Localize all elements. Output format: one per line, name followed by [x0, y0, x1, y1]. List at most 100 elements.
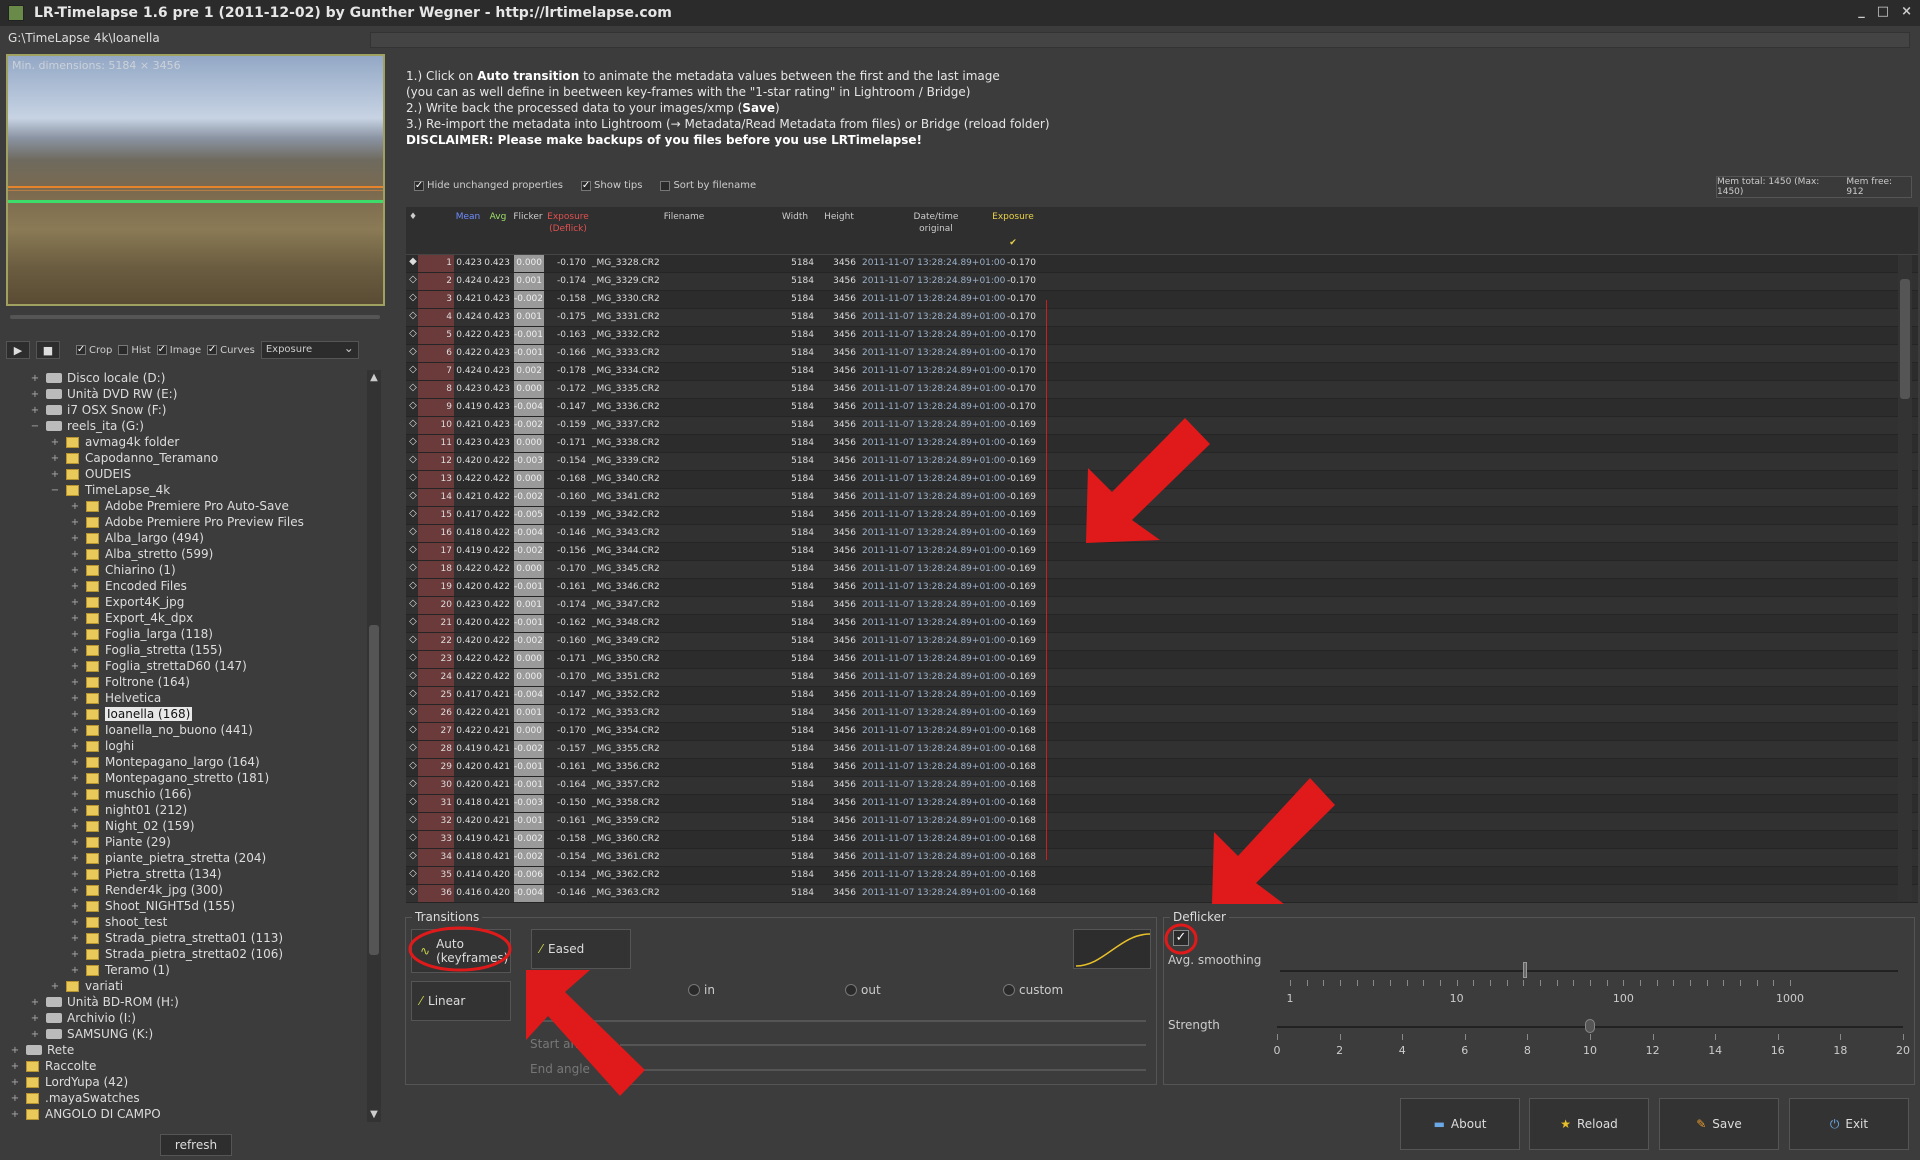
- table-row[interactable]: ◇ 17 0.419 0.422 -0.002 -0.156 _MG_3344.CR2 -0.…: [406, 543, 1918, 561]
- keyframe-diamond-icon[interactable]: ◇: [408, 850, 418, 861]
- linear-button[interactable]: ⁄ Linear: [411, 981, 511, 1021]
- play-button[interactable]: ▶: [6, 341, 30, 359]
- table-row[interactable]: ◇ 19 0.420 0.422 -0.001 -0.161 _MG_3346.CR2 -0.…: [406, 579, 1918, 597]
- keyframe-diamond-icon[interactable]: ◇: [408, 742, 418, 753]
- expand-icon[interactable]: +: [70, 677, 80, 688]
- tree-scrollbar[interactable]: ▲ ▼: [367, 370, 381, 1122]
- keyframe-diamond-icon[interactable]: ◇: [408, 310, 418, 321]
- expand-icon[interactable]: +: [50, 437, 60, 448]
- keyframe-diamond-icon[interactable]: ◇: [408, 562, 418, 573]
- expand-icon[interactable]: +: [70, 773, 80, 784]
- tree-item[interactable]: + Encoded Files: [6, 578, 368, 594]
- expand-icon[interactable]: +: [70, 805, 80, 816]
- expand-icon[interactable]: +: [70, 789, 80, 800]
- expand-icon[interactable]: +: [70, 821, 80, 832]
- tree-item[interactable]: + piante_pietra_stretta (204): [6, 850, 368, 866]
- tree-item[interactable]: + Foglia_stretta (155): [6, 642, 368, 658]
- expand-icon[interactable]: +: [70, 709, 80, 720]
- keyframe-diamond-icon[interactable]: ◇: [408, 400, 418, 411]
- about-button[interactable]: ▬ About: [1400, 1098, 1520, 1150]
- keyframe-diamond-icon[interactable]: ◇: [408, 598, 418, 609]
- tree-item[interactable]: + LordYupa (42): [6, 1074, 368, 1090]
- table-row[interactable]: ◇ 15 0.417 0.422 -0.005 -0.139 _MG_3342.CR2 -0.…: [406, 507, 1918, 525]
- keyframe-diamond-icon[interactable]: ◇: [408, 778, 418, 789]
- view-select[interactable]: Exposure: [260, 341, 359, 359]
- expand-icon[interactable]: +: [50, 469, 60, 480]
- col-avg[interactable]: Avg: [486, 211, 510, 223]
- end-angle-slider[interactable]: [620, 1069, 1146, 1071]
- collapse-icon[interactable]: −: [30, 421, 40, 432]
- scroll-up-icon[interactable]: ▲: [367, 372, 381, 383]
- keyframe-diamond-icon[interactable]: ◇: [408, 688, 418, 699]
- keyframe-diamond-icon[interactable]: ◇: [408, 544, 418, 555]
- keyframe-diamond-icon[interactable]: ◇: [408, 832, 418, 843]
- curves-checkbox[interactable]: ✓ Curves: [207, 345, 255, 356]
- start-angle-slider[interactable]: [620, 1044, 1146, 1046]
- deflicker-checkbox[interactable]: ✓: [1173, 930, 1189, 946]
- table-scrollbar[interactable]: [1898, 255, 1912, 901]
- tree-item[interactable]: + Shoot_NIGHT5d (155): [6, 898, 368, 914]
- shape-slider[interactable]: [530, 1020, 1146, 1022]
- keyframe-diamond-icon[interactable]: ◇: [408, 418, 418, 429]
- tree-item[interactable]: + Teramo (1): [6, 962, 368, 978]
- expand-icon[interactable]: +: [70, 885, 80, 896]
- hide-unchanged-checkbox[interactable]: ✓ Hide unchanged properties: [414, 180, 563, 191]
- expand-icon[interactable]: +: [10, 1045, 20, 1056]
- tree-item[interactable]: + Foglia_larga (118): [6, 626, 368, 642]
- image-preview[interactable]: Min. dimensions: 5184 × 3456: [6, 54, 385, 306]
- col-filename[interactable]: Filename: [594, 211, 774, 223]
- table-row[interactable]: ◇ 3 0.421 0.423 -0.002 -0.158 _MG_3330.CR2 -0.1…: [406, 291, 1918, 309]
- tree-item[interactable]: + Adobe Premiere Pro Preview Files: [6, 514, 368, 530]
- expand-icon[interactable]: +: [70, 565, 80, 576]
- tree-item[interactable]: + SAMSUNG (K:): [6, 1026, 368, 1042]
- collapse-icon[interactable]: −: [50, 485, 60, 496]
- table-row[interactable]: ◇ 30 0.420 0.421 -0.001 -0.164 _MG_3357.CR2 -0.…: [406, 777, 1918, 795]
- table-row[interactable]: ◇ 34 0.418 0.421 -0.002 -0.154 _MG_3361.CR2 -0.…: [406, 849, 1918, 867]
- expand-icon[interactable]: +: [70, 837, 80, 848]
- keyframe-diamond-icon[interactable]: ◇: [408, 292, 418, 303]
- col-mean[interactable]: Mean: [454, 211, 482, 223]
- keyframe-diamond-icon[interactable]: ◇: [408, 706, 418, 717]
- maximize-button[interactable]: □: [1877, 4, 1889, 19]
- tree-item[interactable]: + Raccolte: [6, 1058, 368, 1074]
- expand-icon[interactable]: +: [70, 757, 80, 768]
- table-row[interactable]: ◇ 31 0.418 0.421 -0.003 -0.150 _MG_3358.CR2 -0.…: [406, 795, 1918, 813]
- tree-item[interactable]: + Export4K_jpg: [6, 594, 368, 610]
- expand-icon[interactable]: +: [70, 661, 80, 672]
- tree-item[interactable]: + Night_02 (159): [6, 818, 368, 834]
- minimize-button[interactable]: _: [1858, 4, 1865, 19]
- ease-in-radio[interactable]: in: [688, 983, 715, 997]
- expand-icon[interactable]: +: [70, 597, 80, 608]
- expand-icon[interactable]: +: [70, 693, 80, 704]
- keyframe-diamond-icon[interactable]: ◇: [408, 796, 418, 807]
- tree-item[interactable]: + Unità BD-ROM (H:): [6, 994, 368, 1010]
- tree-item[interactable]: + Disco locale (D:): [6, 370, 368, 386]
- keyframe-diamond-icon[interactable]: ◇: [408, 490, 418, 501]
- keyframe-diamond-icon[interactable]: ◇: [408, 616, 418, 627]
- exposure-check-icon[interactable]: ✔: [990, 237, 1036, 249]
- tree-item[interactable]: + Export_4k_dpx: [6, 610, 368, 626]
- keyframe-diamond-icon[interactable]: ◇: [408, 508, 418, 519]
- expand-icon[interactable]: +: [70, 901, 80, 912]
- keyframe-diamond-icon[interactable]: ◇: [408, 634, 418, 645]
- hist-checkbox[interactable]: Hist: [118, 345, 151, 356]
- table-row[interactable]: ◇ 10 0.421 0.423 -0.002 -0.159 _MG_3337.CR2 -0.…: [406, 417, 1918, 435]
- expand-icon[interactable]: +: [10, 1093, 20, 1104]
- table-row[interactable]: ◇ 26 0.422 0.421 0.001 -0.172 _MG_3353.CR2 -0.1…: [406, 705, 1918, 723]
- tree-item[interactable]: + variati: [6, 978, 368, 994]
- tree-item[interactable]: + i7 OSX Snow (F:): [6, 402, 368, 418]
- expand-icon[interactable]: +: [70, 629, 80, 640]
- keyframe-diamond-icon[interactable]: ◇: [408, 652, 418, 663]
- col-height[interactable]: Height: [818, 211, 860, 223]
- tree-item[interactable]: − TimeLapse_4k: [6, 482, 368, 498]
- keyframe-diamond-icon[interactable]: ◇: [408, 454, 418, 465]
- table-row[interactable]: ◇ 9 0.419 0.423 -0.004 -0.147 _MG_3336.CR2 -0.1…: [406, 399, 1918, 417]
- expand-icon[interactable]: +: [70, 853, 80, 864]
- save-button[interactable]: ✎ Save: [1659, 1098, 1779, 1150]
- tree-item[interactable]: + Render4k_jpg (300): [6, 882, 368, 898]
- table-row[interactable]: ◇ 16 0.418 0.422 -0.004 -0.146 _MG_3343.CR2 -0.…: [406, 525, 1918, 543]
- table-row[interactable]: ◇ 7 0.424 0.423 0.002 -0.178 _MG_3334.CR2 -0.17…: [406, 363, 1918, 381]
- tree-item[interactable]: + Foglia_strettaD60 (147): [6, 658, 368, 674]
- col-date[interactable]: Date/time original: [876, 211, 996, 235]
- expand-icon[interactable]: +: [30, 997, 40, 1008]
